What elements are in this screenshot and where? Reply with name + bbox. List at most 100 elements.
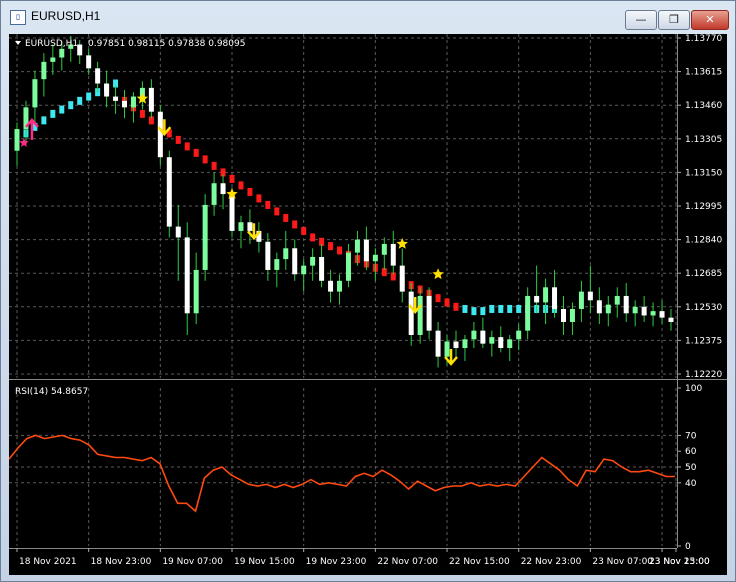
- maximize-button[interactable]: ❐: [658, 10, 690, 30]
- candle-bear: [587, 291, 593, 301]
- price-tick-label: 1.12840: [685, 236, 722, 246]
- trend-down-dot: [328, 242, 334, 251]
- candle-bear: [390, 243, 396, 266]
- price-panel-bg: [9, 34, 677, 378]
- title-bar[interactable]: ﾛ EURUSD,H1 — ❐ ✕: [1, 1, 735, 33]
- trend-up-dot: [59, 105, 65, 114]
- candle-bear: [229, 194, 235, 231]
- time-tick-label: 22 Nov 23:00: [521, 557, 582, 567]
- trend-up-dot: [41, 116, 47, 125]
- candle-bear: [480, 330, 486, 344]
- candle-bear: [184, 237, 190, 314]
- price-panel[interactable]: 1.13770 1.13615 1.13460 1.13305 1.13150 1.129…: [9, 34, 722, 380]
- candle-bear: [220, 183, 226, 195]
- candle-bull: [462, 339, 468, 348]
- price-tick-label: 1.12685: [685, 269, 722, 279]
- candle-bull: [337, 280, 343, 292]
- price-tick-label: 1.12530: [685, 303, 722, 313]
- trend-down-dot: [453, 302, 459, 311]
- candle-bull: [381, 243, 387, 255]
- price-tick-label: 1.13615: [685, 68, 722, 78]
- candle-bear: [175, 226, 181, 238]
- candle-bear: [408, 291, 414, 335]
- trend-down-dot: [337, 246, 343, 255]
- candle-bull: [578, 291, 584, 309]
- candle-bull: [444, 341, 450, 357]
- candle-bull: [543, 287, 549, 303]
- price-tick-label: 1.12220: [685, 370, 722, 380]
- candle-bull: [417, 295, 423, 335]
- trend-down-dot: [310, 233, 316, 242]
- trend-down-dot: [444, 298, 450, 307]
- candle-bear: [95, 68, 101, 84]
- time-tick-label: 18 Nov 2021: [19, 557, 77, 567]
- trend-down-dot: [435, 294, 441, 303]
- candle-bull: [283, 248, 289, 260]
- candle-bull: [516, 330, 522, 340]
- trend-down-dot: [193, 148, 199, 157]
- candle-bear: [426, 295, 432, 331]
- trend-up-dot: [498, 304, 504, 313]
- price-tick-label: 1.12995: [685, 202, 722, 212]
- rsi-panel[interactable]: 100 70 60 50 40 0 RSI(14) 54.8657: [8, 384, 702, 552]
- trend-down-dot: [283, 213, 289, 222]
- trend-up-dot: [68, 101, 74, 110]
- price-axis: 1.13770 1.13615 1.13460 1.13305 1.13150 1.129…: [677, 34, 722, 380]
- candle-bull: [507, 339, 513, 348]
- time-tick-label: 23 Nov 23:00: [649, 557, 710, 567]
- minimize-button[interactable]: —: [625, 10, 657, 30]
- trend-up-dot: [480, 307, 486, 316]
- candle-bear: [292, 248, 298, 275]
- candle-bear: [399, 265, 405, 292]
- trend-down-dot: [211, 161, 217, 170]
- candle-bull: [354, 239, 360, 253]
- time-tick-label: 19 Nov 15:00: [234, 557, 295, 567]
- price-tick-label: 1.13770: [685, 34, 722, 44]
- rsi-label: RSI(14) 54.8657: [15, 387, 88, 397]
- candle-bull: [372, 254, 378, 262]
- candle-bear: [596, 300, 602, 314]
- time-tick-label: 22 Nov 15:00: [449, 557, 510, 567]
- candle-bear: [453, 341, 459, 348]
- candle-bear: [166, 157, 172, 227]
- candle-bull: [238, 222, 244, 231]
- candle-bear: [86, 55, 92, 69]
- trend-down-dot: [238, 181, 244, 190]
- trend-down-dot: [184, 142, 190, 151]
- chart-area[interactable]: 1.13770 1.13615 1.13460 1.13305 1.13150 1.129…: [8, 34, 727, 575]
- candle-bull: [32, 79, 38, 108]
- candle-bear: [113, 96, 119, 101]
- candle-bull: [130, 96, 136, 108]
- price-tick-label: 1.13150: [685, 168, 722, 178]
- time-tick-label: 18 Nov 23:00: [91, 557, 152, 567]
- price-tick-label: 1.13305: [685, 135, 722, 145]
- chart-window-icon: ﾛ: [10, 10, 26, 25]
- candle-bull: [59, 48, 65, 58]
- window-title: EURUSD,H1: [31, 9, 101, 23]
- price-symbol-label: EURUSD,H1: [25, 39, 78, 49]
- trend-down-dot: [301, 226, 307, 235]
- trend-up-dot: [50, 109, 56, 118]
- candle-bull: [193, 269, 199, 314]
- candle-bull: [345, 252, 351, 281]
- rsi-tick-label: 70: [685, 431, 697, 441]
- candle-bear: [104, 83, 110, 97]
- candle-bear: [623, 295, 629, 314]
- time-tick-label: 23 Nov 07:00: [592, 557, 653, 567]
- trend-up-dot: [462, 304, 468, 313]
- trend-down-dot: [247, 187, 253, 196]
- trend-down-dot: [202, 155, 208, 164]
- candle-bull: [650, 311, 656, 316]
- candle-bull: [471, 330, 477, 340]
- close-button[interactable]: ✕: [691, 10, 729, 30]
- candle-bear: [319, 256, 325, 281]
- rsi-axis: 100 70 60 50 40 0: [677, 384, 702, 552]
- chart-canvas[interactable]: 1.13770 1.13615 1.13460 1.13305 1.13150 1.129…: [8, 34, 727, 575]
- time-axis: 18 Nov 2021 18 Nov 23:00 19 Nov 07:00 19 No…: [16, 548, 710, 567]
- price-ohlc-label: 0.97851 0.98115 0.97838 0.98095: [88, 39, 245, 49]
- chart-window: ﾛ EURUSD,H1 — ❐ ✕ 1.13770 1.13615 1.13460 1…: [0, 0, 736, 582]
- candle-bull: [50, 57, 56, 62]
- candle-bear: [560, 308, 566, 322]
- trend-down-dot: [265, 200, 271, 209]
- candle-bear: [265, 241, 271, 270]
